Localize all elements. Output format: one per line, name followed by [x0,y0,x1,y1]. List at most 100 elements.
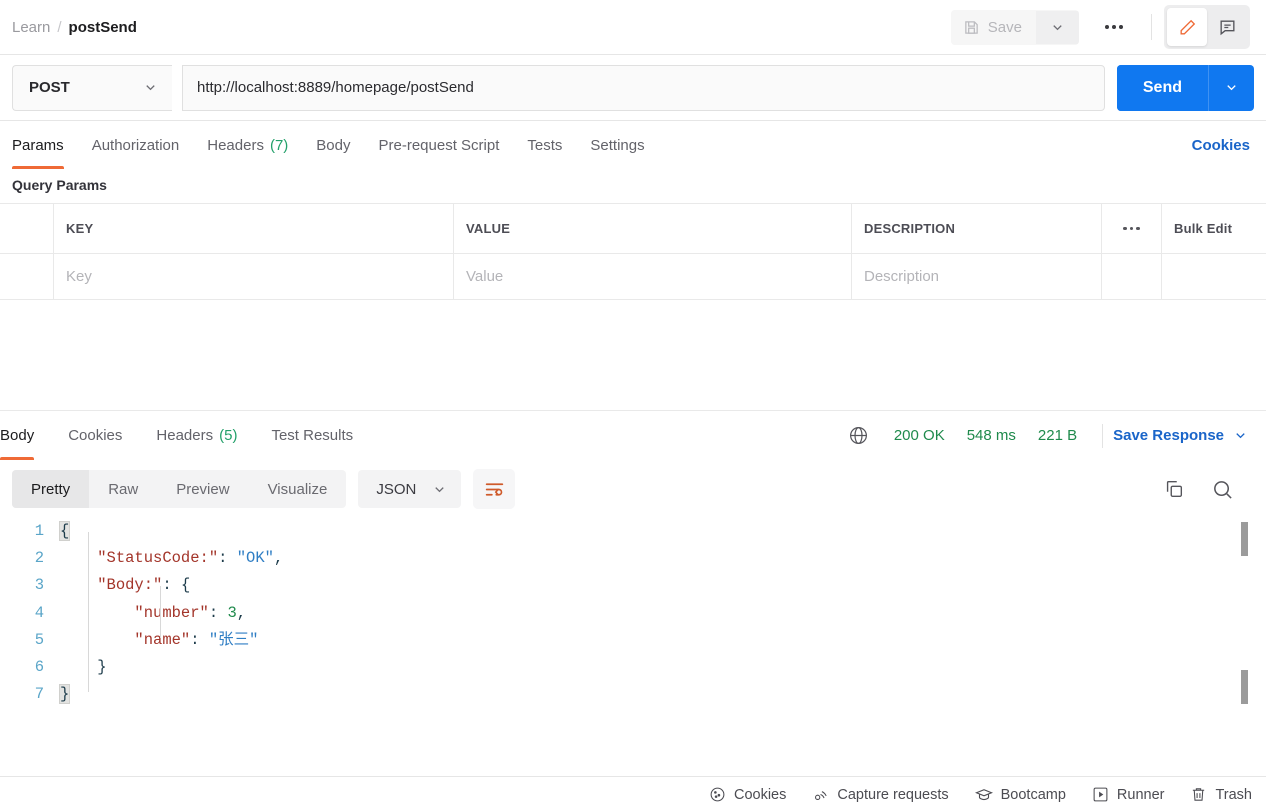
save-button-group: Save [950,9,1079,45]
code-token: { [58,521,71,541]
response-tab-headers[interactable]: Headers (5) [139,411,254,460]
tab-headers-count: (7) [269,136,289,154]
breadcrumb: Learn / postSend [12,19,137,36]
row-checkbox-cell[interactable] [0,254,54,299]
response-tab-body[interactable]: Body [0,411,51,460]
response-tabs: Body Cookies Headers (5) Test Results 20… [0,410,1266,460]
row-key-input[interactable]: Key [54,254,454,299]
code-token: : [218,549,237,568]
top-bar-actions: Save [950,5,1250,49]
code-token: : [162,576,181,595]
url-input[interactable]: http://localhost:8889/homepage/postSend [182,64,1105,111]
breadcrumb-request-name[interactable]: postSend [69,19,137,36]
code-token: 3 [227,603,237,622]
table-options-button[interactable] [1102,204,1162,253]
view-mode-toggle [1164,5,1250,49]
tab-headers[interactable]: Headers (7) [193,121,302,169]
response-tab-cookies[interactable]: Cookies [51,411,139,460]
footer-cookies-button[interactable]: Cookies [709,786,786,803]
viewer-mode-pretty[interactable]: Pretty [12,470,90,508]
response-viewer-toolbar: Pretty Raw Preview Visualize JSON [0,460,1266,518]
more-options-button[interactable] [1089,17,1139,37]
code-scrollbar[interactable] [1241,518,1248,706]
footer-bootcamp-button[interactable]: Bootcamp [974,786,1066,804]
copy-icon[interactable] [1163,478,1185,500]
edit-mode-button[interactable] [1167,8,1207,46]
footer-capture-requests-button[interactable]: Capture requests [812,786,949,803]
row-value-input[interactable]: Value [454,254,852,299]
code-line-number: 6 [34,658,44,677]
floppy-disk-icon [963,19,980,36]
response-format-value: JSON [376,480,417,498]
save-dropdown-button[interactable] [1036,10,1079,44]
satellite-icon [812,786,829,803]
footer-bootcamp-label: Bootcamp [1000,786,1066,803]
code-scrollbar-thumb-top[interactable] [1241,522,1248,556]
code-line-number: 4 [34,603,44,622]
code-scrollbar-thumb-bottom[interactable] [1241,670,1248,704]
code-line-content[interactable]: { [58,518,71,545]
tab-body[interactable]: Body [302,121,364,169]
code-token: , [236,603,247,622]
code-token: "StatusCode:" [97,549,219,568]
footer-runner-button[interactable]: Runner [1092,786,1165,803]
footer-runner-label: Runner [1116,786,1165,803]
code-line: 2 "StatusCode:": "OK", [0,545,1266,572]
column-header-value: VALUE [454,204,852,253]
code-line: 1{ [0,518,1266,545]
tab-pre-request-script-label: Pre-request Script [378,136,500,154]
send-dropdown-button[interactable] [1208,64,1254,111]
save-response-button[interactable]: Save Response [1113,427,1254,444]
code-line: 6 } [0,654,1266,681]
code-token: , [273,549,284,568]
search-icon[interactable] [1211,478,1234,501]
response-tab-test-results[interactable]: Test Results [254,411,370,460]
viewer-right-actions [1163,478,1254,501]
response-tab-cookies-label: Cookies [68,427,123,444]
footer-capture-requests-label: Capture requests [837,786,949,803]
breadcrumb-separator: / [57,18,62,36]
toolbar-divider [1151,14,1152,40]
response-format-select[interactable]: JSON [358,470,462,508]
code-line-content[interactable]: "Body:": { [60,572,190,599]
top-bar: Learn / postSend Save [0,0,1266,55]
send-button[interactable]: Send [1116,64,1208,111]
tab-params[interactable]: Params [12,121,78,169]
code-line-content[interactable]: } [58,681,71,706]
request-cookies-link[interactable]: Cookies [1192,121,1254,169]
viewer-mode-raw[interactable]: Raw [89,470,157,508]
word-wrap-toggle[interactable] [473,469,516,509]
code-line-number: 1 [34,522,44,540]
save-button[interactable]: Save [950,9,1036,45]
url-bar: POST http://localhost:8889/homepage/post… [0,55,1266,121]
response-tab-body-label: Body [0,427,35,444]
row-description-placeholder: Description [864,268,940,285]
http-method-select[interactable]: POST [12,64,172,111]
tab-settings[interactable]: Settings [576,121,658,169]
tab-tests-label: Tests [527,136,563,154]
bulk-edit-button[interactable]: Bulk Edit [1162,204,1266,253]
breadcrumb-collection[interactable]: Learn [12,19,50,36]
comment-icon [1218,18,1237,37]
footer-trash-button[interactable]: Trash [1190,786,1252,803]
code-line-content[interactable]: "StatusCode:": "OK", [60,545,283,572]
pencil-icon [1178,18,1197,37]
code-line-number: 5 [34,630,44,649]
code-line: 7} [0,681,1266,706]
indent-guide [88,532,89,692]
comment-button[interactable] [1207,8,1247,46]
tab-settings-label: Settings [590,136,645,154]
viewer-mode-segmented: Pretty Raw Preview Visualize [12,470,347,508]
response-body-code[interactable]: 1{2 "StatusCode:": "OK", 3 "Body:": {4 "n… [0,518,1266,706]
response-meta: 200 OK 548 ms 221 B Save Response [844,411,1254,460]
viewer-mode-preview[interactable]: Preview [157,470,248,508]
tab-pre-request-script[interactable]: Pre-request Script [365,121,514,169]
tab-tests[interactable]: Tests [513,121,576,169]
viewer-mode-visualize[interactable]: Visualize [249,470,347,508]
code-line-content[interactable]: } [60,654,106,681]
row-description-input[interactable]: Description [852,254,1102,299]
code-line-number: 3 [34,576,44,595]
indent-guide [160,586,161,638]
tab-authorization[interactable]: Authorization [78,121,194,169]
